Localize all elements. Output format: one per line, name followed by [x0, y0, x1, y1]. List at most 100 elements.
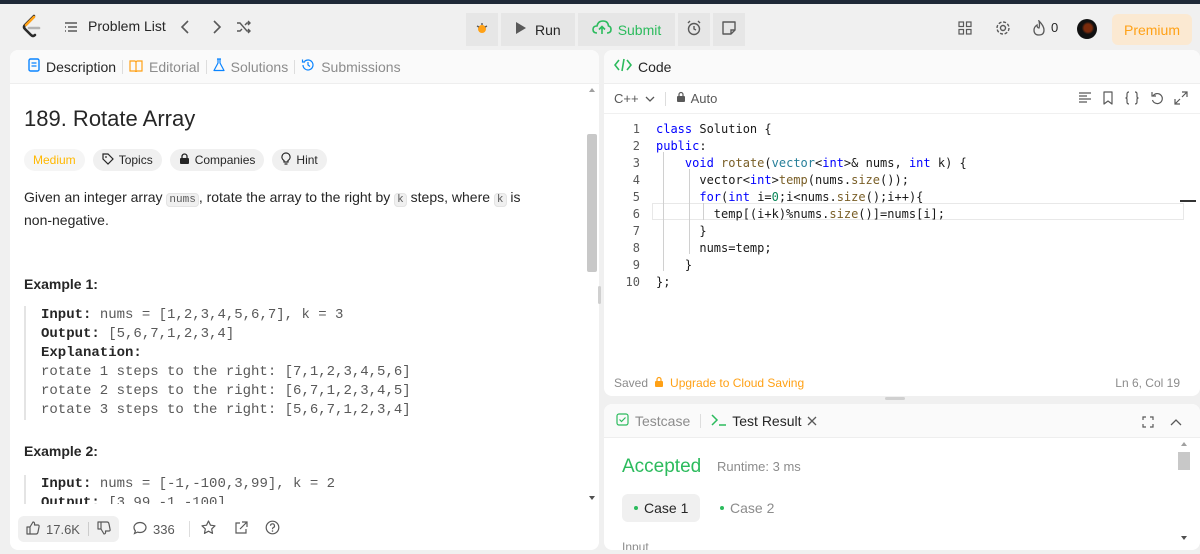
layout-grid-icon[interactable] — [955, 18, 975, 38]
hint-chip[interactable]: Hint — [272, 149, 327, 171]
shuffle-icon[interactable] — [234, 17, 254, 37]
favorite-button[interactable] — [196, 516, 222, 542]
case-label: Case 2 — [730, 500, 775, 516]
tab-editorial-label: Editorial — [149, 58, 200, 75]
chevron-up-icon[interactable] — [1170, 415, 1182, 431]
code-line: 5 for(int i=0;i<nums.size();i++){ — [604, 188, 1184, 205]
example-output-line: Output: [5,6,7,1,2,3,4] — [41, 325, 570, 344]
flame-icon[interactable] — [1029, 18, 1049, 38]
alarm-clock-icon — [686, 20, 702, 39]
tab-test-result[interactable]: Test Result — [711, 413, 816, 429]
timer-button[interactable] — [678, 13, 711, 46]
example-input-line: Input: nums = [1,2,3,4,5,6,7], k = 3 — [41, 306, 570, 325]
expand-icon[interactable] — [1174, 91, 1188, 108]
chevron-left-icon[interactable] — [175, 17, 195, 37]
tag-icon — [102, 152, 114, 168]
avatar[interactable] — [1077, 19, 1097, 39]
bookmark-icon[interactable] — [1102, 91, 1114, 108]
upgrade-link[interactable]: Upgrade to Cloud Saving — [670, 376, 804, 390]
run-button[interactable]: Run — [501, 13, 575, 46]
debug-button[interactable] — [466, 13, 498, 46]
output-label: Output: — [41, 495, 100, 504]
history-icon — [301, 58, 315, 75]
chevron-down-icon — [645, 91, 655, 106]
code-text: nums=temp; — [656, 240, 772, 255]
tab-submissions[interactable]: Submissions — [295, 58, 406, 75]
question-icon — [265, 520, 280, 538]
code-title: Code — [638, 58, 672, 75]
problem-list-link[interactable]: Problem List — [88, 18, 166, 34]
reset-icon[interactable] — [1150, 91, 1164, 108]
input-value: nums = [-1,-100,3,99], k = 2 — [91, 476, 336, 492]
problem-description: Given an integer array nums, rotate the … — [24, 187, 544, 230]
code-brackets-icon — [613, 58, 633, 75]
gear-icon[interactable] — [993, 18, 1013, 38]
tab-description[interactable]: Description — [22, 58, 122, 75]
test-scrollbar[interactable] — [1176, 438, 1192, 550]
notes-button[interactable] — [713, 13, 746, 46]
panel-resize-handle[interactable] — [598, 286, 601, 304]
line-number: 6 — [632, 206, 640, 221]
leetcode-logo-icon[interactable] — [20, 14, 44, 40]
thumbs-down-icon[interactable] — [97, 520, 111, 538]
maximize-icon[interactable] — [1142, 415, 1154, 431]
scrollbar-thumb[interactable] — [1178, 452, 1190, 470]
example-2-title: Example 2: — [24, 443, 98, 459]
code-line: 3 void rotate(vector<int>& nums, int k) … — [604, 154, 1184, 171]
line-number: 10 — [625, 274, 640, 289]
list-icon — [64, 20, 78, 34]
code-line: 8 nums=temp; — [604, 239, 1184, 256]
case-tab-1[interactable]: Case 1 — [622, 494, 701, 522]
code-line: 6 temp[(i+k)%nums.size()]=nums[i]; — [604, 205, 1184, 222]
input-label: Input: — [41, 307, 92, 323]
editor-scroll-marker — [1180, 200, 1196, 202]
line-number: 7 — [632, 223, 640, 238]
close-icon[interactable] — [807, 413, 817, 429]
format-icon[interactable] — [1078, 91, 1092, 108]
code-editor[interactable]: 1 class Solution {2 public: 3 void rotate(v… — [604, 118, 1200, 370]
tab-testcase[interactable]: Testcase — [616, 413, 690, 429]
code-line: 1 class Solution { — [604, 120, 1184, 137]
case-label: Case 1 — [644, 500, 689, 516]
code-line: 10}; — [604, 273, 1184, 290]
code-text: } — [656, 257, 693, 272]
code-text: void rotate(vector<int>& nums, int k) { — [684, 155, 967, 170]
tab-test-result-label: Test Result — [732, 412, 802, 429]
share-button[interactable] — [228, 516, 254, 542]
case-tab-2[interactable]: Case 2 — [708, 494, 786, 522]
companies-label: Companies — [194, 153, 256, 167]
curly-braces-icon[interactable] — [1124, 91, 1140, 108]
editor-toolbar: C++ Auto — [604, 84, 1200, 114]
companies-chip[interactable]: Companies — [169, 149, 265, 171]
note-icon — [721, 20, 737, 39]
star-icon — [201, 520, 216, 538]
tab-editorial[interactable]: Editorial — [123, 59, 206, 75]
submit-button[interactable]: Submit — [577, 13, 676, 46]
test-panel: Testcase Test Result Accepted Runtime: 3… — [604, 404, 1200, 550]
language-select[interactable]: C++ — [614, 91, 655, 106]
book-icon — [129, 59, 143, 75]
topics-chip[interactable]: Topics — [92, 149, 162, 171]
cursor-position: Ln 6, Col 19 — [1115, 376, 1180, 390]
inline-code: k — [394, 193, 407, 207]
footer-divider — [188, 521, 190, 537]
chevron-right-icon[interactable] — [207, 17, 227, 37]
like-button[interactable]: 17.6K — [18, 516, 119, 542]
play-icon — [515, 21, 527, 38]
hint-label: Hint — [296, 153, 318, 167]
auto-mode[interactable]: Auto — [676, 91, 717, 106]
panel-resize-handle[interactable] — [885, 397, 905, 400]
description-tabs: Description Editorial Solutions Submissi… — [10, 50, 599, 84]
document-icon — [28, 58, 40, 75]
tab-solutions[interactable]: Solutions — [207, 58, 295, 75]
example-2-block: Input: nums = [-1,-100,3,99], k = 2 Outp… — [24, 475, 570, 504]
comments-button[interactable]: 336 — [125, 516, 183, 542]
editor-status-bar: Saved Upgrade to Cloud Saving Ln 6, Col … — [604, 370, 1200, 396]
problem-tags: Medium Topics Companies Hint — [24, 149, 570, 171]
pass-dot — [720, 506, 724, 510]
premium-button[interactable]: Premium — [1112, 14, 1192, 45]
inline-code: k — [493, 193, 507, 207]
help-button[interactable] — [260, 516, 286, 542]
description-scrollbar[interactable] — [585, 84, 599, 504]
scrollbar-thumb[interactable] — [587, 134, 597, 272]
